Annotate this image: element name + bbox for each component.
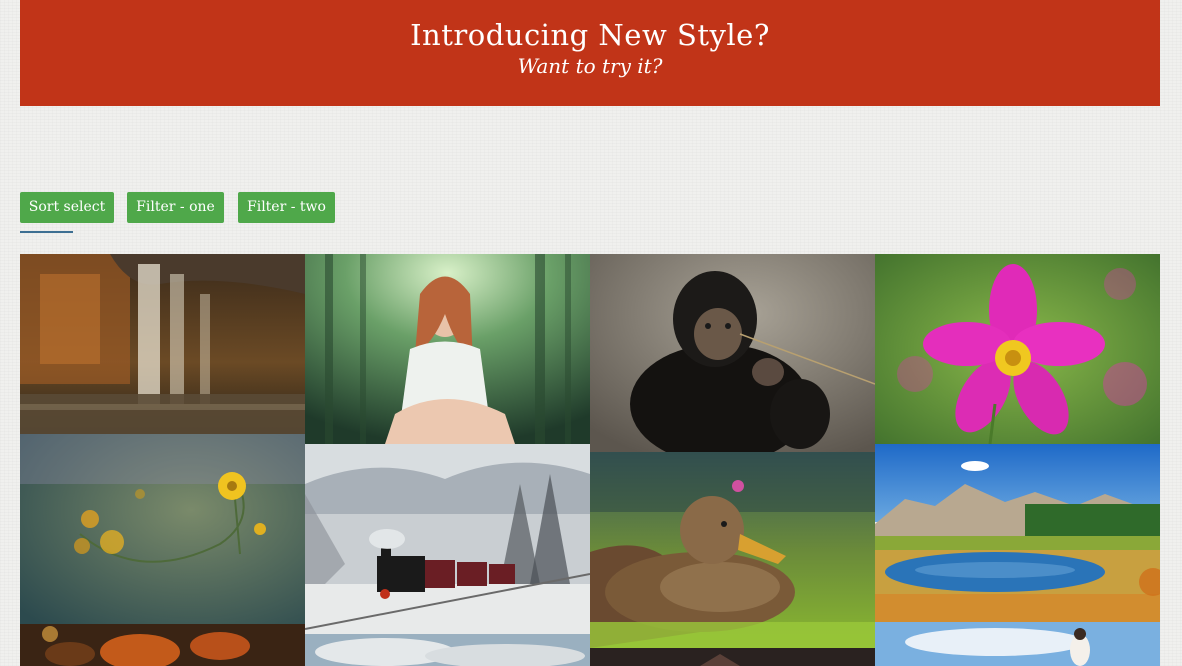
yellow-wildflowers-image [20,434,305,624]
promo-banner: Introducing New Style? Want to try it? [20,0,1160,106]
mountain-lake-image [875,444,1160,622]
steam-train-in-snow-image [305,444,590,634]
sort-select-button[interactable]: Sort select [20,192,114,223]
gallery-item-mountain-lake[interactable] [875,444,1160,622]
gallery-item-pink-cosmos-flower[interactable] [875,254,1160,444]
gallery-item-yellow-wildflowers[interactable] [20,434,305,624]
gallery-item-duck-in-grass[interactable] [590,452,875,648]
gallery-item-steam-train-in-snow[interactable] [305,444,590,634]
filter-two-button[interactable]: Filter - two [238,192,335,223]
waterfall-image [20,254,305,434]
gallery-item-chimpanzee[interactable] [590,254,875,452]
woman-in-forest-image [305,254,590,444]
gallery-item-cloudy-sky[interactable] [305,634,590,666]
gallery-item-autumn-leaves[interactable] [20,624,305,666]
cloudy-sky-image [305,634,590,666]
filter-one-button[interactable]: Filter - one [127,192,224,223]
duck-in-grass-image [590,452,875,648]
banner-title: Introducing New Style? [410,18,770,52]
image-gallery [20,254,1160,666]
chimpanzee-image [590,254,875,452]
person-against-sky-image [875,622,1160,666]
dusk-landscape-image [590,648,875,666]
gallery-item-dusk-landscape[interactable] [590,648,875,666]
banner-subtitle: Want to try it? [517,54,663,78]
gallery-item-woman-in-forest[interactable] [305,254,590,444]
active-filter-underline [20,231,73,233]
gallery-item-waterfall[interactable] [20,254,305,434]
gallery-item-person-against-sky[interactable] [875,622,1160,666]
pink-cosmos-flower-image [875,254,1160,444]
autumn-leaves-image [20,624,305,666]
